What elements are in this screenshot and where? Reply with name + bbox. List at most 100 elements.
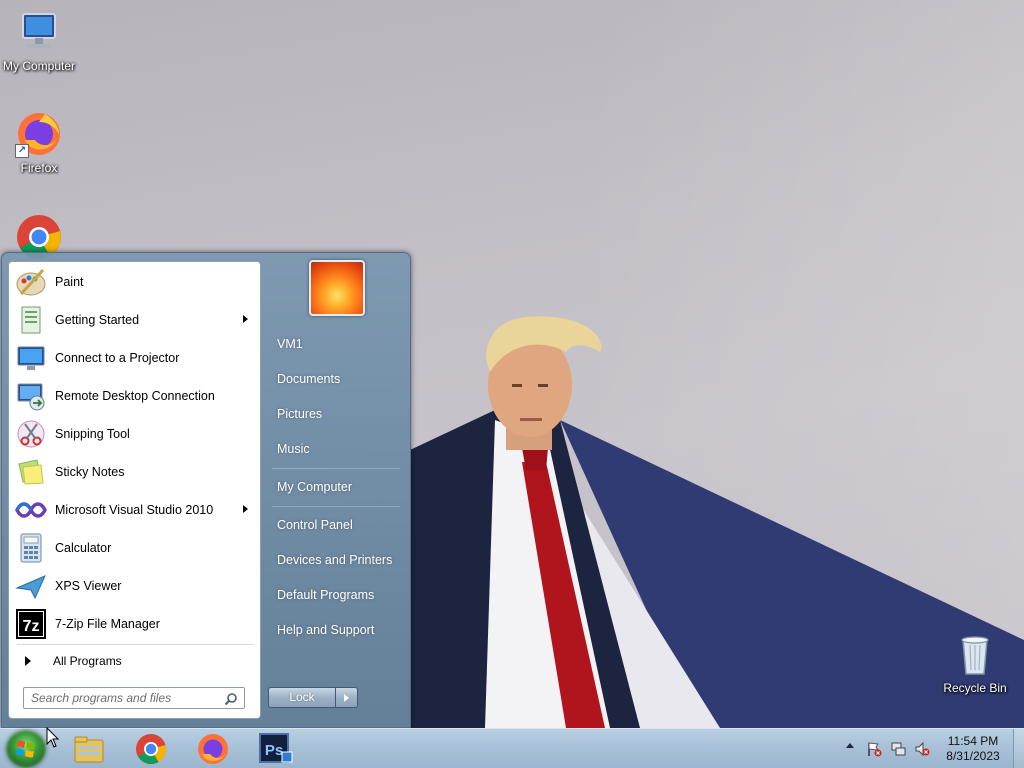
program-label: Paint [55, 275, 84, 289]
start-link-label: VM1 [277, 337, 303, 351]
program-label: Microsoft Visual Studio 2010 [55, 503, 214, 517]
scissors-icon [15, 418, 47, 450]
start-link-default-programs[interactable]: Default Programs [268, 581, 404, 609]
start-search-box[interactable] [23, 687, 245, 709]
wallpaper-tie-knot [522, 448, 548, 470]
remote-desktop-icon [15, 380, 47, 412]
getting-started-icon [15, 304, 47, 336]
recycle-bin-icon [951, 630, 999, 678]
taskbar-photoshop[interactable]: Ps [252, 732, 298, 766]
program-item-paint[interactable]: Paint [11, 264, 258, 300]
program-item-7zip[interactable]: 7z 7-Zip File Manager [11, 606, 258, 642]
mouse-cursor-icon [46, 727, 60, 748]
start-link-label: My Computer [277, 480, 353, 494]
xps-viewer-icon [15, 570, 47, 602]
firefox-icon: ↗ [15, 110, 63, 158]
firefox-icon [198, 734, 228, 764]
user-account-picture[interactable] [309, 260, 365, 316]
start-menu: Paint Getting Started Connect to a Proje… [1, 252, 411, 728]
taskbar-chrome[interactable] [128, 732, 174, 766]
start-link-label: Default Programs [277, 588, 375, 602]
network-icon[interactable] [890, 741, 906, 757]
desktop-icon-label: Firefox [20, 161, 58, 175]
show-desktop-button[interactable] [1013, 729, 1024, 768]
submenu-arrow-icon [243, 505, 248, 513]
program-label: Snipping Tool [55, 427, 130, 441]
lock-button[interactable]: Lock [268, 687, 336, 708]
program-item-connect-projector[interactable]: Connect to a Projector [11, 340, 258, 376]
program-label: Getting Started [55, 313, 140, 327]
right-column-separator [272, 468, 400, 469]
wallpaper-eye-left [512, 384, 522, 387]
taskbar-clock[interactable]: 11:54 PM 8/31/2023 [936, 734, 1010, 764]
program-item-xps-viewer[interactable]: XPS Viewer [11, 568, 258, 604]
desktop-icon-label: My Computer [2, 59, 76, 73]
start-link-pictures[interactable]: Pictures [268, 400, 404, 428]
taskbar-firefox[interactable] [190, 732, 236, 766]
projector-icon [15, 342, 47, 374]
7zip-icon: 7z [15, 608, 47, 640]
action-center-flag-icon[interactable] [866, 741, 882, 757]
start-menu-programs-pane: Paint Getting Started Connect to a Proje… [8, 261, 261, 719]
program-label: Connect to a Projector [55, 351, 180, 365]
start-link-control-panel[interactable]: Control Panel [268, 511, 404, 539]
program-item-remote-desktop[interactable]: Remote Desktop Connection [11, 378, 258, 414]
desktop-icon-firefox[interactable]: ↗ Firefox [0, 110, 79, 175]
start-link-label: Help and Support [277, 623, 375, 637]
program-item-snipping-tool[interactable]: Snipping Tool [11, 416, 258, 452]
shutdown-options-button[interactable] [336, 687, 358, 708]
photoshop-icon: Ps [259, 733, 293, 763]
start-link-devices-printers[interactable]: Devices and Printers [268, 546, 404, 574]
all-programs-button[interactable]: All Programs [11, 648, 258, 674]
start-link-documents[interactable]: Documents [268, 365, 404, 393]
start-link-help-support[interactable]: Help and Support [268, 616, 404, 644]
start-link-label: Control Panel [277, 518, 353, 532]
program-item-visual-studio[interactable]: Microsoft Visual Studio 2010 [11, 492, 258, 528]
visual-studio-icon [15, 494, 47, 526]
desktop-icon-recycle-bin[interactable]: Recycle Bin [935, 630, 1015, 695]
wallpaper-eye-right [538, 384, 548, 387]
clock-date: 8/31/2023 [946, 749, 1000, 763]
start-link-label: Documents [277, 372, 341, 386]
start-button[interactable] [6, 730, 46, 768]
program-item-calculator[interactable]: Calculator [11, 530, 258, 566]
paint-icon [15, 266, 47, 298]
sticky-notes-icon [15, 456, 47, 488]
right-arrow-icon [25, 656, 31, 666]
taskbar: Ps 11:54 PM 8/31/2023 [0, 728, 1024, 768]
calculator-icon [15, 532, 47, 564]
start-link-music[interactable]: Music [268, 435, 404, 463]
program-label: 7-Zip File Manager [55, 617, 160, 631]
wallpaper-mouth [520, 418, 542, 421]
start-link-label: Devices and Printers [277, 553, 393, 567]
right-column-separator [272, 506, 400, 507]
program-label: Remote Desktop Connection [55, 389, 215, 403]
computer-icon [15, 8, 63, 56]
volume-muted-icon[interactable] [914, 741, 930, 757]
submenu-arrow-icon [243, 315, 248, 323]
program-item-sticky-notes[interactable]: Sticky Notes [11, 454, 258, 490]
shortcut-arrow-icon: ↗ [15, 144, 29, 158]
start-link-label: Music [277, 442, 310, 456]
taskbar-windows-explorer[interactable] [66, 732, 112, 766]
search-icon[interactable] [224, 692, 238, 706]
desktop-icon-label: Recycle Bin [943, 681, 1007, 695]
show-hidden-icons-button[interactable] [846, 743, 854, 748]
search-input[interactable] [31, 691, 221, 705]
program-label: Sticky Notes [55, 465, 125, 479]
windows-logo-icon [16, 740, 35, 758]
photoshop-logo-text: Ps [265, 742, 283, 759]
start-link-label: Pictures [277, 407, 323, 421]
all-programs-label: All Programs [53, 654, 122, 668]
chrome-icon [136, 734, 167, 765]
7zip-logo-text: 7z [23, 618, 40, 635]
windows-explorer-icon [74, 736, 104, 763]
program-label: XPS Viewer [55, 579, 122, 593]
programs-separator [17, 644, 254, 645]
start-link-user-folder[interactable]: VM1 [268, 330, 404, 358]
program-label: Calculator [55, 541, 112, 555]
program-item-getting-started[interactable]: Getting Started [11, 302, 258, 338]
start-link-my-computer[interactable]: My Computer [268, 473, 404, 501]
desktop-icon-my-computer[interactable]: My Computer [0, 8, 79, 73]
clock-time: 11:54 PM [947, 734, 999, 748]
